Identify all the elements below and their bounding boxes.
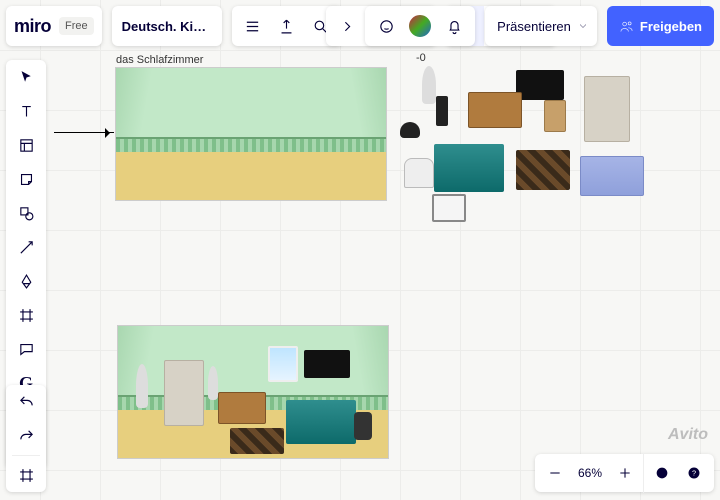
people-icon: [619, 19, 634, 34]
miro-logo: miro: [14, 16, 51, 37]
fit-button[interactable]: [6, 458, 46, 492]
frame-furnished-room[interactable]: [118, 326, 388, 458]
notifications-icon[interactable]: [437, 6, 471, 46]
tool-template[interactable]: [6, 128, 46, 162]
present-label: Präsentieren: [497, 19, 571, 34]
reactions-icon[interactable]: [369, 6, 403, 46]
topbar-left: miro Free Deutsch. Kinder: [6, 6, 342, 46]
svg-text:?: ?: [692, 469, 696, 478]
menu-icon[interactable]: [236, 6, 270, 46]
map-toggle[interactable]: [648, 454, 676, 492]
tool-comment[interactable]: [6, 332, 46, 366]
present-button[interactable]: Präsentieren: [485, 6, 597, 46]
help-button[interactable]: ?: [680, 454, 708, 492]
clip-tv[interactable]: [516, 70, 564, 100]
clip-armchair[interactable]: [404, 158, 434, 188]
share-button[interactable]: Freigeben: [607, 6, 714, 46]
tool-frame[interactable]: [6, 298, 46, 332]
tool-shape[interactable]: [6, 196, 46, 230]
frame-label: das Schlafzimmer: [116, 54, 203, 66]
room-illustration: [116, 68, 386, 200]
topbar-right: Präsentieren Freigeben: [365, 6, 714, 46]
room-illustration-2: [118, 326, 388, 458]
redo-button[interactable]: [6, 419, 46, 453]
clip-bed-blue[interactable]: [580, 156, 644, 196]
clip-speakers[interactable]: [436, 96, 448, 126]
avatar[interactable]: [403, 6, 437, 46]
zoom-in-button[interactable]: [611, 454, 639, 492]
collab-pill: [365, 6, 475, 46]
clip-picture-frame[interactable]: [544, 100, 566, 132]
asset-cluster[interactable]: [392, 58, 672, 218]
clip-headphones[interactable]: [400, 122, 420, 138]
zoom-controls: 66% ?: [535, 454, 714, 492]
clip-window[interactable]: [432, 194, 466, 222]
zoom-level[interactable]: 66%: [573, 466, 607, 480]
zoom-out-button[interactable]: [541, 454, 569, 492]
left-toolbar-secondary: [6, 385, 46, 492]
divider: [12, 455, 40, 456]
arrow-connector[interactable]: [54, 132, 114, 133]
board-name: Deutsch. Kinder: [122, 19, 212, 34]
tool-pen[interactable]: [6, 264, 46, 298]
tool-line[interactable]: [6, 230, 46, 264]
clip-wardrobe[interactable]: [584, 76, 630, 142]
divider: [643, 453, 644, 493]
tool-sticky[interactable]: [6, 162, 46, 196]
clip-desk[interactable]: [468, 92, 522, 128]
clip-floor-lamp[interactable]: [422, 66, 436, 104]
logo-pill[interactable]: miro Free: [6, 6, 102, 46]
undo-button[interactable]: [6, 385, 46, 419]
clip-bed-teal[interactable]: [434, 144, 504, 192]
clip-rug[interactable]: [516, 150, 570, 190]
share-label: Freigeben: [640, 19, 702, 34]
plan-badge: Free: [59, 17, 94, 35]
frame-empty-room[interactable]: [116, 68, 386, 200]
chevron-down-icon: [577, 20, 589, 32]
board-name-pill[interactable]: Deutsch. Kinder: [112, 6, 222, 46]
export-icon[interactable]: [270, 6, 304, 46]
watermark: Avito: [668, 426, 708, 444]
tool-text[interactable]: [6, 94, 46, 128]
chevron-right-icon[interactable]: [330, 6, 364, 46]
tool-select[interactable]: [6, 60, 46, 94]
